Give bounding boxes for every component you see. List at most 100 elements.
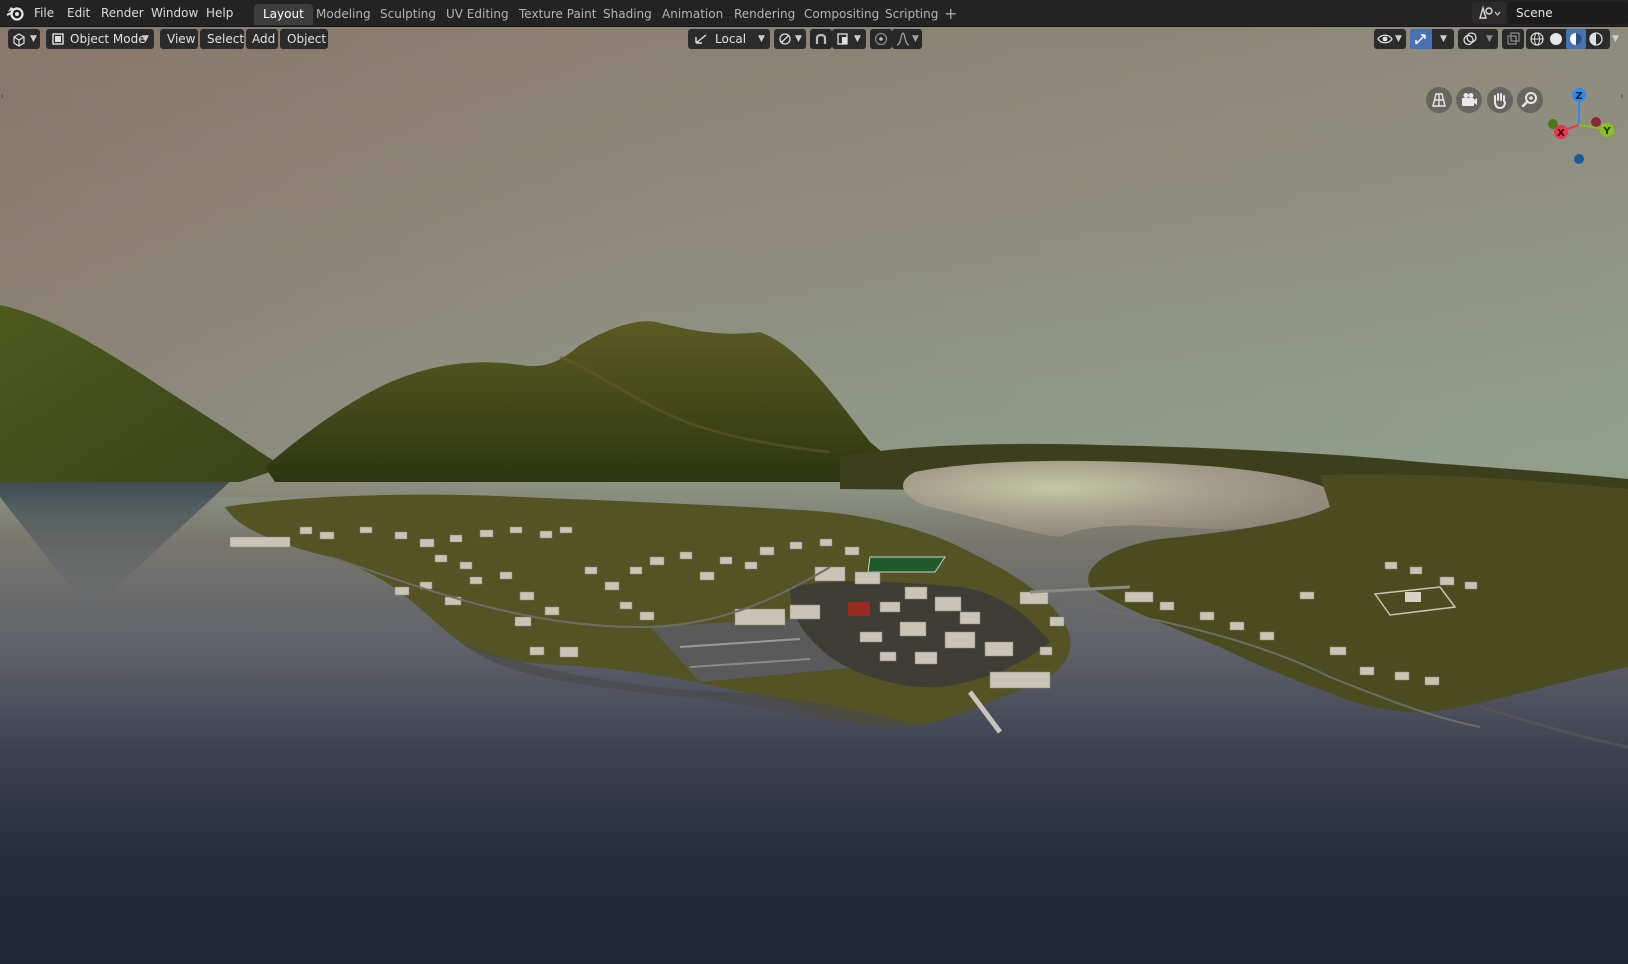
object-menu[interactable]: Object xyxy=(280,29,328,49)
sports-field xyxy=(867,556,946,573)
snap-target-selector[interactable]: ▼ xyxy=(832,29,866,49)
select-menu[interactable]: Select xyxy=(200,29,244,49)
mode-selector[interactable]: Object Mode ▼ xyxy=(46,29,154,49)
transform-orientation-selector[interactable]: Local ▼ xyxy=(688,29,770,49)
overlays-toggle[interactable]: ▼ xyxy=(1458,29,1498,49)
view-menu-label: View xyxy=(167,32,196,46)
axis-neg-y-handle[interactable] xyxy=(1591,117,1601,127)
pivot-point-icon xyxy=(779,33,791,45)
tab-rendering[interactable]: Rendering xyxy=(725,4,804,25)
snap-toggle[interactable] xyxy=(810,29,832,49)
chevron-down-icon: ▼ xyxy=(854,34,861,44)
material-preview-button[interactable] xyxy=(1566,29,1586,49)
menu-file[interactable]: File xyxy=(34,5,54,22)
overlays-icon xyxy=(1463,32,1477,46)
mountain-reflection xyxy=(0,477,235,612)
chevron-down-icon: ▼ xyxy=(758,34,765,44)
chevron-down-icon: ▼ xyxy=(1440,34,1447,44)
add-menu[interactable]: Add xyxy=(246,29,278,49)
svg-text:X: X xyxy=(1557,128,1565,139)
zoom-view-button[interactable] xyxy=(1517,87,1543,113)
shading-options-chevron-icon[interactable]: ▼ xyxy=(1612,34,1619,44)
view-menu[interactable]: View xyxy=(160,29,198,49)
zoom-magnifier-icon xyxy=(1521,92,1537,108)
navigation-axis-gizmo[interactable]: Z X Y xyxy=(1544,85,1620,169)
tab-uv-editing[interactable]: UV Editing xyxy=(437,4,518,25)
svg-text:Z: Z xyxy=(1575,91,1582,102)
shading-mode-group xyxy=(1526,29,1610,49)
left-mountain xyxy=(0,305,285,482)
viewport-header: ▼ Object Mode ▼ View Select Add Object L… xyxy=(0,27,1628,51)
gizmo-toggle-icon xyxy=(1415,34,1426,45)
visibility-selector[interactable]: ▼ xyxy=(1374,29,1406,49)
wireframe-shading-icon[interactable] xyxy=(1529,31,1545,47)
camera-view-button[interactable] xyxy=(1456,87,1482,113)
toggle-perspective-button[interactable] xyxy=(1426,87,1452,113)
red-building xyxy=(848,602,870,616)
sidebar-expand-handle[interactable]: ‹ xyxy=(1620,91,1628,109)
top-menu-bar: File Edit Render Window Help Layout Mode… xyxy=(0,0,1628,27)
pan-view-button[interactable] xyxy=(1487,87,1513,113)
church xyxy=(1405,592,1421,602)
axis-z-handle[interactable]: Z xyxy=(1572,88,1586,102)
pan-hand-icon xyxy=(1494,93,1506,110)
axis-x-handle[interactable]: X xyxy=(1554,125,1568,139)
3d-viewport[interactable]: Z X Y › ‹ xyxy=(0,27,1628,964)
editor-type-button[interactable]: ▼ xyxy=(8,29,40,49)
axis-y-handle[interactable]: Y xyxy=(1600,123,1614,137)
falloff-selector[interactable]: ▼ xyxy=(892,29,922,49)
svg-text:Y: Y xyxy=(1602,126,1611,137)
chevron-down-icon: ▼ xyxy=(142,34,149,44)
chevron-down-icon: ▼ xyxy=(1486,34,1493,44)
menu-edit[interactable]: Edit xyxy=(67,5,90,22)
axis-neg-z-handle[interactable] xyxy=(1574,154,1584,164)
toggle-perspective-grid-icon xyxy=(1432,93,1446,107)
rendered-shading-icon[interactable] xyxy=(1588,31,1604,47)
menu-help[interactable]: Help xyxy=(206,5,233,22)
xray-toggle-icon xyxy=(1507,32,1520,45)
proportional-edit-icon xyxy=(874,32,888,46)
pivot-point-selector[interactable]: ▼ xyxy=(774,29,806,49)
tab-animation[interactable]: Animation xyxy=(653,4,732,25)
snap-increment-icon xyxy=(837,33,848,45)
object-menu-label: Object xyxy=(287,32,327,46)
center-mountains xyxy=(265,321,905,482)
chevron-down-icon: ▼ xyxy=(30,34,37,44)
tab-modeling[interactable]: Modeling xyxy=(307,4,380,25)
scene-selector: Scene xyxy=(1472,2,1628,24)
chevron-down-icon: ▼ xyxy=(795,34,802,44)
orientation-label: Local xyxy=(715,32,747,46)
snap-magnet-icon xyxy=(815,33,827,44)
chevron-down-icon: ▼ xyxy=(912,34,919,44)
local-orientation-icon xyxy=(695,34,707,44)
terrain-scene xyxy=(0,305,1628,749)
view3d-editor-icon xyxy=(13,33,25,47)
tab-compositing[interactable]: Compositing xyxy=(795,4,888,25)
scene-icon xyxy=(1479,5,1501,19)
blender-logo-icon[interactable] xyxy=(6,3,26,23)
falloff-curve-icon xyxy=(896,32,910,46)
tab-shading[interactable]: Shading xyxy=(594,4,661,25)
xray-toggle[interactable] xyxy=(1502,29,1524,49)
menu-window[interactable]: Window xyxy=(151,5,198,22)
add-menu-label: Add xyxy=(252,32,276,46)
add-workspace-button[interactable]: + xyxy=(944,4,957,25)
camera-view-icon xyxy=(1462,93,1477,106)
gizmo-toggle-active[interactable] xyxy=(1410,29,1432,49)
menu-render[interactable]: Render xyxy=(101,5,144,22)
solid-shading-icon[interactable] xyxy=(1548,31,1564,47)
tab-layout[interactable]: Layout xyxy=(254,4,313,25)
tab-texture-paint[interactable]: Texture Paint xyxy=(510,4,605,25)
scene-name-field[interactable]: Scene xyxy=(1508,2,1628,24)
select-menu-label: Select xyxy=(207,32,245,46)
visibility-eye-icon xyxy=(1377,34,1393,44)
scene-browse-button[interactable] xyxy=(1472,2,1506,24)
gizmos-toggle[interactable]: ▼ xyxy=(1410,29,1454,49)
mode-label: Object Mode xyxy=(70,32,146,46)
tab-sculpting[interactable]: Sculpting xyxy=(371,4,445,25)
tab-scripting[interactable]: Scripting xyxy=(876,4,947,25)
material-preview-icon xyxy=(1570,33,1582,45)
toolbar-expand-handle[interactable]: › xyxy=(0,91,8,109)
road-far-east xyxy=(1479,705,1628,749)
proportional-edit-toggle[interactable] xyxy=(870,29,892,49)
